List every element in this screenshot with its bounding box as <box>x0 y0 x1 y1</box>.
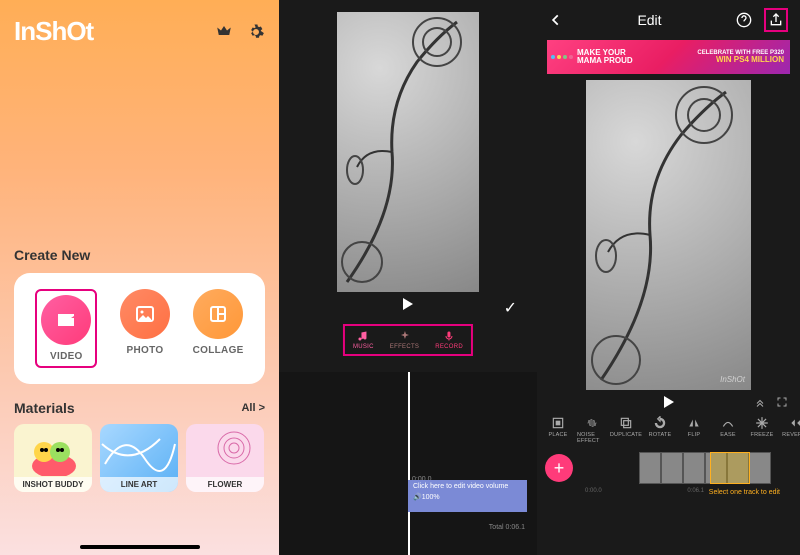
edit-panel: Edit MAKE YOUR MAMA PROUD CELEBRATE WITH… <box>537 0 800 555</box>
place-icon <box>551 416 565 430</box>
share-icon[interactable] <box>768 12 784 28</box>
timeline-start: 0:00.0 <box>585 488 602 494</box>
duplicate-icon <box>619 416 633 430</box>
tool-label: PLACE <box>548 432 567 438</box>
all-link[interactable]: All > <box>241 402 265 414</box>
page-title: Edit <box>637 12 661 28</box>
tool-label: DUPLICATE <box>610 432 642 438</box>
video-clip[interactable]: Click here to edit video volume 🔊100% <box>408 480 527 512</box>
thumb-frame[interactable] <box>639 452 661 484</box>
lineart-art <box>100 424 178 476</box>
reverse-icon <box>789 416 800 430</box>
watermark[interactable]: InShOt <box>720 375 745 384</box>
flip-tool[interactable]: FLIP <box>679 416 709 444</box>
crown-icon[interactable] <box>215 23 233 41</box>
rotate-icon <box>653 416 667 430</box>
material-item[interactable]: FLOWER <box>186 424 264 492</box>
freeze-tool[interactable]: FREEZE <box>747 416 777 444</box>
record-tab-label: RECORD <box>435 344 463 350</box>
preview-canvas[interactable]: InShOt <box>586 80 751 390</box>
volume-label: 🔊100% <box>413 493 522 501</box>
video-button[interactable]: VIDEO <box>41 295 91 362</box>
flower-art <box>186 424 264 476</box>
confirm-button[interactable]: ✓ <box>504 298 517 318</box>
ad-line2: MAMA PROUD <box>577 57 633 65</box>
audio-tabs-highlight: MUSIC EFFECTS RECORD <box>343 324 473 356</box>
ease-tool[interactable]: EASE <box>713 416 743 444</box>
tool-label: ROTATE <box>649 432 672 438</box>
sparkle-icon <box>399 330 411 342</box>
duplicate-tool[interactable]: DUPLICATE <box>611 416 641 444</box>
timeline-cursor[interactable] <box>408 372 410 555</box>
freeze-icon <box>755 416 769 430</box>
noise-tool[interactable]: NOISE EFFECT <box>577 416 607 444</box>
audio-editor-panel: ✓ MUSIC EFFECTS RECORD 0:00.0 Click here… <box>279 0 537 555</box>
add-button[interactable]: + <box>545 454 573 482</box>
photo-button[interactable]: PHOTO <box>120 289 170 368</box>
rotate-tool[interactable]: ROTATE <box>645 416 675 444</box>
reverse-tool[interactable]: REVERSE <box>781 416 800 444</box>
tool-row: PLACE NOISE EFFECT DUPLICATE ROTATE FLIP… <box>537 408 800 452</box>
buddy-art <box>14 424 92 476</box>
tool-label: REVERSE <box>782 432 800 438</box>
wave-icon <box>585 416 599 430</box>
preview-art <box>586 80 751 390</box>
home-panel: InShOt Create New VIDEO PHOTO <box>0 0 279 555</box>
thumb-frame[interactable] <box>661 452 683 484</box>
place-tool[interactable]: PLACE <box>543 416 573 444</box>
collage-button[interactable]: COLLAGE <box>193 289 244 368</box>
materials-heading: Materials <box>14 400 75 416</box>
timeline-end: 0:06.1 <box>687 488 704 494</box>
collapse-icon[interactable] <box>754 396 766 408</box>
play-button[interactable] <box>664 396 674 408</box>
ad-banner[interactable]: MAKE YOUR MAMA PROUD CELEBRATE WITH FREE… <box>547 40 790 74</box>
fullscreen-icon[interactable] <box>776 396 788 408</box>
create-card: VIDEO PHOTO COLLAGE <box>14 273 265 384</box>
collage-icon <box>206 302 230 326</box>
collage-label: COLLAGE <box>193 345 244 356</box>
brand-logo: InShOt <box>14 16 93 47</box>
video-label: VIDEO <box>50 351 83 362</box>
effects-tab[interactable]: EFFECTS <box>390 330 419 350</box>
clapperboard-icon <box>54 308 78 332</box>
gear-icon[interactable] <box>247 23 265 41</box>
record-tab[interactable]: RECORD <box>435 330 463 350</box>
thumb-frame[interactable] <box>749 452 771 484</box>
ad-r2: WIN PS4 MILLION <box>716 56 784 64</box>
select-hint: Select one track to edit <box>709 489 780 496</box>
back-icon[interactable] <box>549 13 563 27</box>
preview-art <box>337 12 479 292</box>
preview-canvas[interactable] <box>337 12 479 292</box>
effects-tab-label: EFFECTS <box>390 344 419 350</box>
selection-box[interactable] <box>710 452 750 484</box>
total-duration: Total 0:06.1 <box>489 524 525 531</box>
tool-label: NOISE EFFECT <box>577 432 607 444</box>
flip-icon <box>687 416 701 430</box>
music-tab[interactable]: MUSIC <box>353 330 374 350</box>
material-item[interactable]: LINE ART <box>100 424 178 492</box>
clip-hint: Click here to edit video volume <box>413 483 522 490</box>
music-icon <box>357 330 369 342</box>
tool-label: FLIP <box>688 432 700 438</box>
material-item[interactable]: INSHOT BUDDY <box>14 424 92 492</box>
tool-label: FREEZE <box>751 432 774 438</box>
tool-label: EASE <box>720 432 735 438</box>
home-indicator <box>80 545 200 549</box>
photo-icon <box>133 302 157 326</box>
thumbnail-timeline[interactable]: + Select one track to edit 0:00.0 0:06.1 <box>537 452 800 484</box>
thumb-frame[interactable] <box>683 452 705 484</box>
mic-icon <box>443 330 455 342</box>
create-new-heading: Create New <box>14 247 265 263</box>
play-button[interactable] <box>403 298 413 310</box>
help-icon[interactable] <box>736 12 752 28</box>
ease-icon <box>721 416 735 430</box>
photo-label: PHOTO <box>127 345 164 356</box>
timeline[interactable]: 0:00.0 Click here to edit video volume 🔊… <box>279 372 537 555</box>
music-tab-label: MUSIC <box>353 344 374 350</box>
